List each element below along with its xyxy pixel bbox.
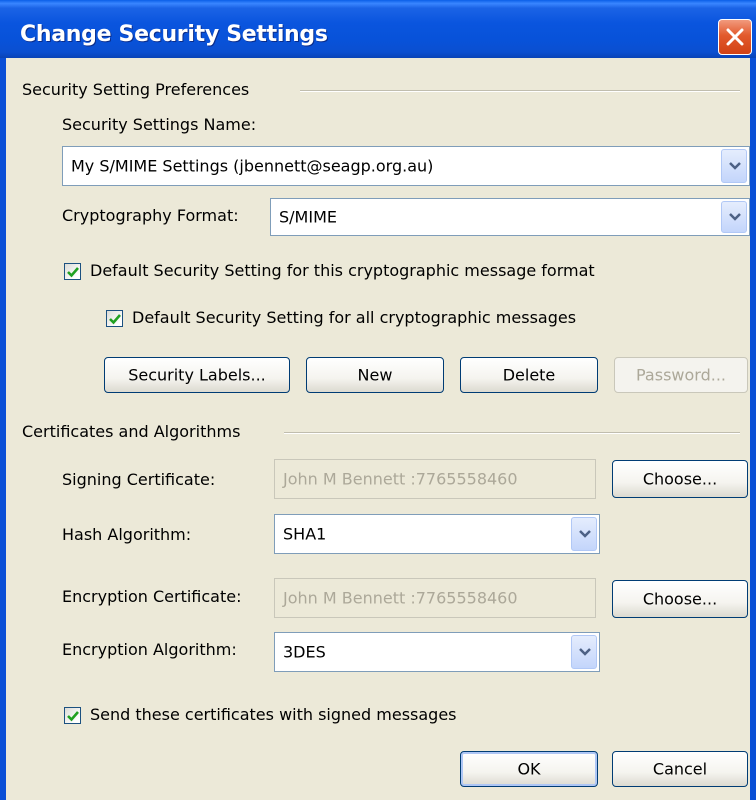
dialog-title: Change Security Settings xyxy=(20,22,328,47)
preferences-group-divider xyxy=(300,90,740,92)
signing-choose-button-label: Choose... xyxy=(642,469,718,489)
close-button[interactable] xyxy=(718,19,752,55)
check-icon xyxy=(67,711,79,722)
chevron-down-icon xyxy=(579,530,591,538)
new-button[interactable]: New xyxy=(306,357,444,393)
encryption-choose-button-label: Choose... xyxy=(642,589,718,609)
default-format-checkbox[interactable] xyxy=(64,263,81,280)
ok-button-label: OK xyxy=(517,759,541,779)
hash-algorithm-value: SHA1 xyxy=(283,524,327,544)
chevron-down-icon xyxy=(729,162,741,170)
delete-button[interactable]: Delete xyxy=(460,357,598,393)
encryption-algorithm-label: Encryption Algorithm: xyxy=(62,640,237,659)
signing-choose-button[interactable]: Choose... xyxy=(612,460,748,498)
settings-name-value: My S/MIME Settings (jbennett@seagp.org.a… xyxy=(71,156,434,176)
crypto-format-combo[interactable]: S/MIME xyxy=(270,198,750,236)
default-all-label[interactable]: Default Security Setting for all cryptog… xyxy=(132,308,576,328)
cancel-button[interactable]: Cancel xyxy=(612,751,748,787)
encryption-algorithm-value: 3DES xyxy=(283,642,326,662)
new-button-label: New xyxy=(357,365,393,385)
encryption-algorithm-combo[interactable]: 3DES xyxy=(274,632,600,672)
encryption-cert-label: Encryption Certificate: xyxy=(62,587,242,606)
chevron-down-icon xyxy=(579,648,591,656)
close-icon xyxy=(726,28,744,46)
hash-algorithm-label: Hash Algorithm: xyxy=(62,525,192,544)
crypto-format-label: Cryptography Format: xyxy=(62,206,239,225)
send-certs-checkbox[interactable] xyxy=(64,707,81,724)
settings-name-combo[interactable]: My S/MIME Settings (jbennett@seagp.org.a… xyxy=(62,146,750,186)
window-frame-left xyxy=(0,58,6,800)
window-frame-right xyxy=(750,58,756,800)
title-bar[interactable]: Change Security Settings xyxy=(0,0,756,58)
signing-cert-value: John M Bennett :7765558460 xyxy=(283,469,518,489)
preferences-group-label: Security Setting Preferences xyxy=(22,80,250,99)
delete-button-label: Delete xyxy=(502,365,556,385)
password-button[interactable]: Password... xyxy=(614,357,748,393)
settings-name-label: Security Settings Name: xyxy=(62,115,257,134)
signing-cert-label: Signing Certificate: xyxy=(62,470,216,489)
encryption-choose-button[interactable]: Choose... xyxy=(612,580,748,618)
encryption-algorithm-dropdown-button[interactable] xyxy=(571,635,597,669)
encryption-cert-field: John M Bennett :7765558460 xyxy=(274,578,596,618)
security-labels-button-label: Security Labels... xyxy=(128,365,266,385)
hash-algorithm-dropdown-button[interactable] xyxy=(571,517,597,551)
default-all-checkbox[interactable] xyxy=(106,310,123,327)
settings-name-dropdown-button[interactable] xyxy=(721,149,747,183)
password-button-label: Password... xyxy=(636,365,726,385)
certificates-group-divider xyxy=(284,432,740,434)
hash-algorithm-combo[interactable]: SHA1 xyxy=(274,514,600,554)
send-certs-label[interactable]: Send these certificates with signed mess… xyxy=(90,705,457,725)
chevron-down-icon xyxy=(729,213,741,221)
change-security-settings-dialog: Change Security Settings Security Settin… xyxy=(0,0,756,800)
ok-button[interactable]: OK xyxy=(460,751,598,787)
crypto-format-value: S/MIME xyxy=(279,207,337,227)
encryption-cert-value: John M Bennett :7765558460 xyxy=(283,588,518,608)
crypto-format-dropdown-button[interactable] xyxy=(721,201,747,233)
check-icon xyxy=(67,267,79,278)
certificates-group-label: Certificates and Algorithms xyxy=(22,422,241,441)
signing-cert-field: John M Bennett :7765558460 xyxy=(274,459,596,499)
default-format-label[interactable]: Default Security Setting for this crypto… xyxy=(90,261,595,281)
cancel-button-label: Cancel xyxy=(652,759,708,779)
check-icon xyxy=(109,314,121,325)
security-labels-button[interactable]: Security Labels... xyxy=(104,357,290,393)
